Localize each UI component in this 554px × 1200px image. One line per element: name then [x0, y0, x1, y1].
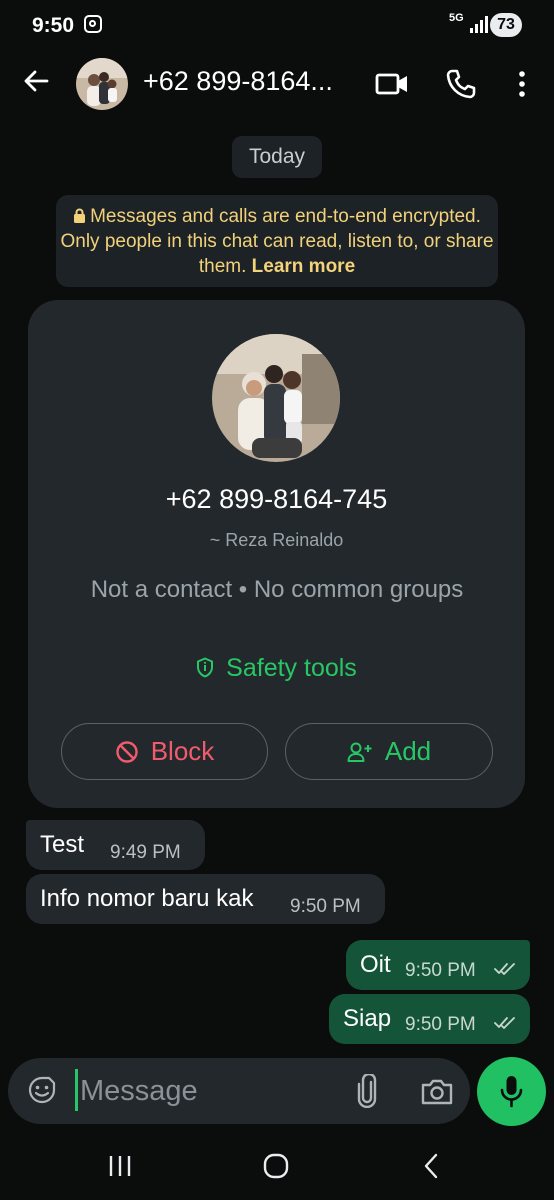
contact-avatar[interactable] — [76, 58, 128, 110]
message-time: 9:50 PM — [405, 960, 476, 981]
back-nav-icon[interactable] — [421, 1153, 441, 1179]
text-cursor — [75, 1069, 78, 1111]
contact-phone: +62 899-8164-745 — [165, 484, 388, 514]
emoji-icon[interactable] — [27, 1075, 57, 1105]
contact-profile-photo[interactable] — [212, 334, 340, 462]
block-icon — [116, 740, 138, 763]
block-button[interactable]: Block — [61, 723, 268, 780]
learn-more-link[interactable]: Learn more — [252, 256, 355, 277]
lock-icon — [74, 208, 86, 223]
network-type: 5G — [449, 12, 464, 24]
double-check-icon — [494, 963, 515, 975]
recents-icon[interactable] — [107, 1155, 133, 1177]
add-person-icon — [347, 742, 372, 762]
signal-icon — [470, 15, 488, 33]
block-label: Block — [150, 736, 215, 766]
message-outgoing[interactable]: Oit 9:50 PM — [346, 940, 530, 990]
encryption-notice[interactable]: Messages and calls are end-to-end encryp… — [56, 195, 498, 287]
safety-tools-link[interactable]: Safety tools — [28, 654, 525, 683]
date-chip: Today — [232, 136, 322, 178]
home-icon[interactable] — [262, 1153, 290, 1179]
video-call-icon[interactable] — [375, 70, 409, 98]
message-input[interactable] — [80, 1070, 340, 1112]
add-contact-button[interactable]: Add — [285, 723, 493, 780]
message-text: Siap — [343, 1005, 392, 1032]
safety-tools-label: Safety tools — [226, 654, 357, 682]
instagram-icon — [84, 15, 102, 33]
message-incoming[interactable]: Test 9:49 PM — [26, 820, 205, 870]
contact-status: Not a contact • No common groups — [90, 576, 464, 603]
message-text: Info nomor baru kak — [40, 885, 254, 912]
camera-icon[interactable] — [420, 1076, 454, 1106]
message-text: Oit — [360, 951, 391, 978]
shield-icon — [197, 657, 214, 678]
add-label: Add — [384, 736, 432, 766]
message-incoming[interactable]: Info nomor baru kak 9:50 PM — [26, 874, 385, 924]
contact-title[interactable]: +62 899-8164... — [143, 66, 333, 97]
phone-icon[interactable] — [445, 68, 477, 100]
attach-icon[interactable] — [354, 1074, 380, 1108]
message-time: 9:50 PM — [405, 1014, 476, 1035]
message-time: 9:50 PM — [290, 896, 361, 917]
contact-name: ~ Reza Reinaldo — [209, 530, 344, 550]
back-arrow-icon[interactable] — [22, 67, 50, 95]
more-vert-icon[interactable] — [512, 68, 532, 100]
double-check-icon — [494, 1017, 515, 1029]
message-text: Test — [40, 831, 85, 858]
battery-level: 73 — [490, 13, 522, 37]
message-outgoing[interactable]: Siap 9:50 PM — [329, 994, 530, 1044]
message-time: 9:49 PM — [110, 842, 181, 863]
mic-icon — [500, 1076, 523, 1108]
status-time: 9:50 — [32, 14, 75, 37]
mic-button[interactable] — [477, 1057, 546, 1126]
